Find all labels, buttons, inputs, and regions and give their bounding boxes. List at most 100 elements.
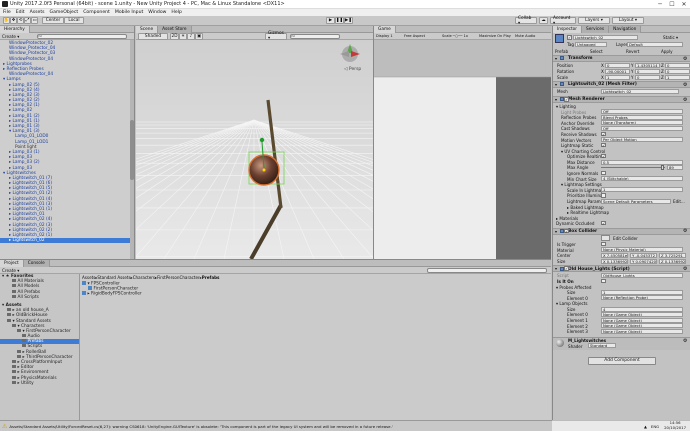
menu-gameobject[interactable]: GameObject xyxy=(50,10,79,15)
lighting-row-value[interactable]: Off xyxy=(601,109,683,115)
project-create-button[interactable]: Create ▾ xyxy=(2,268,27,273)
foldout-arrow-icon[interactable]: ▾ xyxy=(555,82,557,87)
transform-rotation-z[interactable]: 0 xyxy=(665,68,690,74)
dynamic-occluded-checkbox[interactable]: ✓ xyxy=(601,220,606,226)
is-it-on-checkbox[interactable] xyxy=(601,278,606,284)
lamp-objects-foldout[interactable]: ▾ Lamp Objects xyxy=(556,301,588,306)
component-settings-gear-icon[interactable]: ⚙ xyxy=(683,56,687,62)
lighting-foldout[interactable]: ▾ Lighting xyxy=(556,104,576,109)
ignore-normals-checkbox[interactable] xyxy=(601,170,606,176)
hierarchy-search-input[interactable] xyxy=(37,33,127,39)
lighting-row-checkbox[interactable]: ✓ xyxy=(601,131,606,137)
game-viewport[interactable] xyxy=(374,40,551,259)
layout-dropdown[interactable]: Layout ▾ xyxy=(612,17,644,24)
foldout-arrow-icon[interactable]: ▾ xyxy=(555,266,557,271)
collider-size-y[interactable]: Y 0.0907420 xyxy=(630,258,657,264)
tab-hierarchy[interactable]: Hierarchy xyxy=(0,25,30,33)
tab-scene[interactable]: Scene xyxy=(136,25,159,33)
transform-scale-y[interactable]: 0 xyxy=(635,74,660,80)
probes-size-field[interactable]: 1 xyxy=(601,289,683,295)
breadcrumb-item[interactable]: Assets xyxy=(82,275,95,280)
lamp-element-field[interactable]: None (Game Object) xyxy=(601,317,683,323)
prefab-item[interactable]: ▸ RigidBodyFPSController xyxy=(82,291,282,297)
scene-viewport[interactable]: ◁ Persp xyxy=(136,40,373,259)
pivot-toggle[interactable]: Center xyxy=(42,17,64,24)
component-settings-gear-icon[interactable]: ⚙ xyxy=(683,82,687,88)
transform-position-z[interactable]: 0 xyxy=(665,62,690,68)
folder-item[interactable]: ▸ Utility xyxy=(0,380,79,386)
probes-element-field[interactable]: None (Reflection Probe) xyxy=(601,295,683,301)
is-trigger-checkbox[interactable] xyxy=(601,241,606,247)
transform-rotation-y[interactable]: 0 xyxy=(635,68,660,74)
account-dropdown[interactable]: Account ▾ xyxy=(550,16,576,26)
scene-search-input[interactable] xyxy=(290,33,340,39)
breadcrumb-item[interactable]: Standard Assets xyxy=(97,275,130,280)
realtime-lightmap-foldout[interactable]: ▸ Realtime Lightmap xyxy=(567,210,609,215)
baked-lightmap-foldout[interactable]: ▸ Baked Lightmap xyxy=(567,205,604,210)
minimize-button[interactable]: ─ xyxy=(654,0,666,9)
max-angle-slider[interactable] xyxy=(601,167,665,169)
pause-button[interactable]: ❚❚ xyxy=(335,17,344,24)
breadcrumb-item[interactable]: Characters xyxy=(133,275,155,280)
layer-dropdown[interactable]: Default xyxy=(627,41,683,47)
tab-inspector[interactable]: Inspector xyxy=(553,25,583,33)
optimize-realtime-checkbox[interactable]: ✓ xyxy=(601,153,606,159)
lightmap-parameters-edit-button[interactable]: Edit... xyxy=(673,199,685,204)
component-settings-gear-icon[interactable]: ⚙ xyxy=(683,228,687,234)
cloud-icon[interactable]: ☁ xyxy=(539,17,548,24)
hierarchy-create-button[interactable]: Create ▾ xyxy=(2,34,27,39)
collab-dropdown[interactable]: Collab ▾ xyxy=(515,16,537,26)
object-name-field[interactable]: Lightswitch_02 xyxy=(573,34,638,40)
breadcrumb-item[interactable]: FirstPersonCharacter xyxy=(157,275,200,280)
mesh-field[interactable]: Lightswitch_02 xyxy=(601,88,679,94)
scene-gizmos-dropdown[interactable]: Gizmos ▾ xyxy=(265,31,287,41)
component-settings-gear-icon[interactable]: ⚙ xyxy=(683,97,687,103)
tag-dropdown[interactable]: Untagged xyxy=(575,41,607,47)
shader-dropdown[interactable]: Standard xyxy=(588,343,616,349)
breadcrumb-item[interactable]: Prefabs xyxy=(202,275,220,280)
lighting-row-value[interactable]: Off xyxy=(601,126,683,131)
box-collider-enabled-checkbox[interactable]: ✓ xyxy=(564,228,569,233)
script-field[interactable]: OldHouse_Lights xyxy=(601,273,683,279)
lightmap-parameters-dropdown[interactable]: Scene Default Parameters xyxy=(601,198,671,204)
collider-center-z[interactable]: Z 3.725291 xyxy=(659,252,686,258)
scale-in-lightmap-field[interactable]: 1 xyxy=(601,187,683,193)
project-search-input[interactable] xyxy=(427,267,547,273)
script-enabled-checkbox[interactable]: ✓ xyxy=(564,266,569,271)
static-dropdown[interactable]: Static ▾ xyxy=(663,35,678,40)
material-settings-gear-icon[interactable]: ⚙ xyxy=(683,338,687,344)
menu-help[interactable]: Help xyxy=(171,10,181,15)
materials-foldout[interactable]: ▸ Materials xyxy=(556,216,578,221)
hierarchy-scrollbar[interactable] xyxy=(130,40,134,259)
tab-game[interactable]: Game xyxy=(374,25,396,33)
collider-size-x[interactable]: X 0.1336992 xyxy=(601,258,628,264)
lighting-row-checkbox[interactable]: ✓ xyxy=(601,142,606,148)
menu-component[interactable]: Component xyxy=(83,10,110,15)
max-angle-slider-thumb[interactable] xyxy=(661,165,664,171)
menu-edit[interactable]: Edit xyxy=(16,10,25,15)
max-distance-field[interactable]: 0.5 xyxy=(601,159,683,165)
prioritize-illumination-checkbox[interactable] xyxy=(601,193,606,198)
transform-scale-z[interactable]: 1 xyxy=(665,74,690,80)
edit-collider-icon[interactable] xyxy=(601,235,610,241)
tab-asset-store[interactable]: Asset Store xyxy=(158,25,192,33)
play-button[interactable]: ▶ xyxy=(326,17,335,24)
min-chart-size-dropdown[interactable]: 4 (Stitchable) xyxy=(601,176,683,182)
lighting-row-value[interactable]: None (Transform) xyxy=(601,120,683,126)
menu-assets[interactable]: Assets xyxy=(30,10,45,15)
transform-position-x[interactable]: 0 xyxy=(605,62,630,68)
rotate-tool-icon[interactable]: ⟲ xyxy=(17,17,24,24)
step-button[interactable]: ▶❚ xyxy=(344,17,353,24)
lighting-row-value[interactable]: Blend Probes xyxy=(601,114,683,120)
move-tool-icon[interactable]: ✥ xyxy=(10,17,17,24)
move-gizmo-handle[interactable] xyxy=(259,137,265,143)
probes-affected-foldout[interactable]: ▾ Probes Affected xyxy=(556,285,592,290)
prefab-revert-button[interactable]: Revert xyxy=(626,49,639,54)
transform-rotation-x[interactable]: -90.00001 xyxy=(605,68,630,74)
lamp-element-field[interactable]: None (Game Object) xyxy=(601,312,683,318)
transform-scale-x[interactable]: 1 xyxy=(605,74,630,80)
space-toggle[interactable]: Local xyxy=(64,17,84,24)
rect-tool-icon[interactable]: ▭ xyxy=(31,17,38,24)
prefab-apply-button[interactable]: Apply xyxy=(661,49,673,54)
tab-services[interactable]: Services xyxy=(582,25,610,33)
